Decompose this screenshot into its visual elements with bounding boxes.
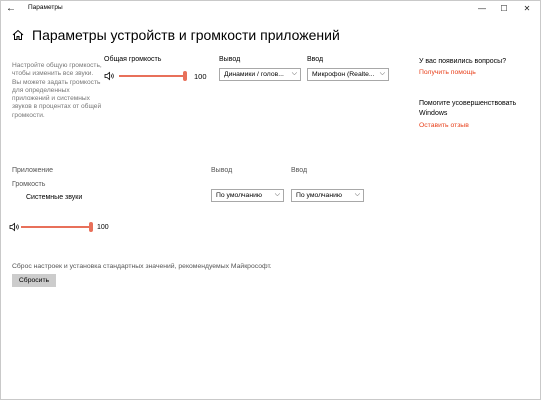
settings-window: ← Параметры — ☐ ✕ Параметры устройств и …	[0, 0, 541, 400]
help-question: У вас появились вопросы?	[419, 58, 507, 65]
close-button[interactable]: ✕	[516, 1, 538, 17]
speaker-icon[interactable]	[104, 71, 116, 81]
reset-description: Сброс настроек и установка стандартных з…	[12, 263, 272, 270]
output-column-header: Вывод	[211, 167, 233, 174]
app-title: Параметры	[28, 4, 63, 11]
master-input-dropdown[interactable]: Микрофон (Realte... ⌵	[307, 68, 389, 81]
app-volume-value: 100	[97, 224, 109, 231]
title-bar: ← Параметры — ☐ ✕	[1, 1, 540, 17]
master-volume-slider[interactable]	[119, 71, 187, 81]
master-volume-thumb[interactable]	[183, 71, 187, 81]
reset-button[interactable]: Сбросить	[12, 274, 56, 287]
home-icon[interactable]	[12, 29, 24, 41]
app-input-dropdown[interactable]: По умолчанию ⌵	[291, 189, 364, 202]
maximize-button[interactable]: ☐	[493, 1, 515, 17]
feedback-link[interactable]: Оставить отзыв	[419, 122, 469, 129]
volume-column-header: Громкость	[12, 181, 46, 188]
chevron-down-icon: ⌵	[274, 191, 280, 198]
master-volume-label: Общая громкость	[104, 56, 162, 63]
app-column-header: Приложение	[12, 167, 54, 174]
master-output-dropdown[interactable]: Динамики / голов... ⌵	[219, 68, 301, 81]
chevron-down-icon: ⌵	[354, 191, 360, 198]
input-column-header: Ввод	[291, 167, 308, 174]
back-button[interactable]: ←	[4, 3, 18, 15]
minimize-button[interactable]: —	[471, 1, 493, 17]
master-input-value: Микрофон (Realte...	[312, 71, 375, 78]
master-output-label: Вывод	[219, 56, 241, 63]
app-output-value: По умолчанию	[216, 192, 262, 199]
chevron-down-icon: ⌵	[379, 70, 385, 77]
app-volume-slider[interactable]	[21, 222, 93, 232]
master-volume-track	[119, 75, 185, 77]
description-text: Настройте общую громкость, чтобы изменит…	[12, 62, 102, 119]
app-output-dropdown[interactable]: По умолчанию ⌵	[211, 189, 284, 202]
app-volume-thumb[interactable]	[89, 222, 93, 232]
improve-windows-text: Помогите усовершенствовать Windows	[419, 100, 517, 117]
master-volume-value: 100	[194, 72, 207, 81]
master-output-value: Динамики / голов...	[224, 71, 284, 78]
app-input-value: По умолчанию	[296, 192, 342, 199]
master-input-label: Ввод	[307, 56, 324, 63]
chevron-down-icon: ⌵	[291, 70, 297, 77]
app-name: Системные звуки	[26, 194, 83, 201]
get-help-link[interactable]: Получить помощь	[419, 69, 476, 76]
page-title: Параметры устройств и громкости приложен…	[32, 27, 340, 43]
speaker-icon[interactable]	[9, 222, 21, 232]
app-volume-track	[21, 226, 91, 228]
